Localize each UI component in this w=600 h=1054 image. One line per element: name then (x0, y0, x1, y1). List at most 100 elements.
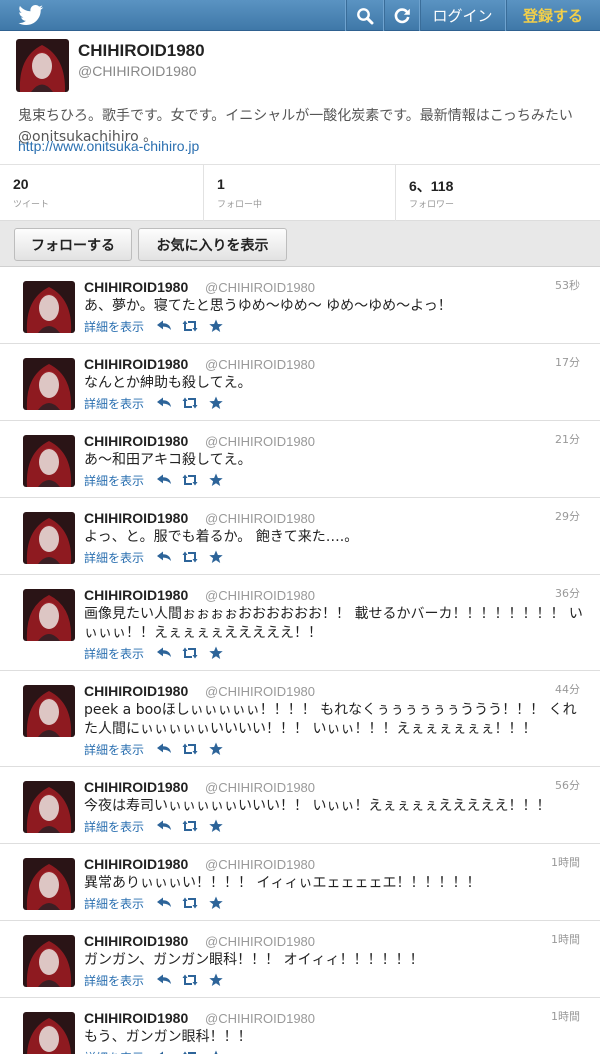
tweet-item[interactable]: CHIHIROID1980 @CHIHIROID1980 1時間 異常ありぃぃぃ… (0, 844, 600, 921)
stat-following-count: 1 (217, 176, 225, 192)
tweet-item[interactable]: CHIHIROID1980 @CHIHIROID1980 29分 よっ、と。服で… (0, 498, 600, 575)
tweet-avatar[interactable] (23, 1012, 75, 1054)
retweet-icon[interactable] (182, 742, 198, 756)
show-details-link[interactable]: 詳細を表示 (84, 741, 144, 758)
retweet-icon[interactable] (182, 646, 198, 660)
tweet-item[interactable]: CHIHIROID1980 @CHIHIROID1980 56分 今夜は寿司いぃ… (0, 767, 600, 844)
profile-avatar[interactable] (16, 39, 69, 92)
tweet-timestamp[interactable]: 44分 (555, 681, 580, 697)
tweet-timestamp[interactable]: 29分 (555, 508, 580, 524)
tweet-timestamp[interactable]: 1時間 (551, 931, 580, 947)
tweet-avatar[interactable] (23, 512, 75, 564)
favorite-star-icon[interactable] (208, 973, 224, 987)
favorite-star-icon[interactable] (208, 396, 224, 410)
tweet-timestamp[interactable]: 21分 (555, 431, 580, 447)
refresh-button[interactable] (383, 0, 419, 31)
reply-icon[interactable] (156, 473, 172, 487)
show-details-link[interactable]: 詳細を表示 (84, 318, 144, 335)
reply-icon[interactable] (156, 896, 172, 910)
tweet-item[interactable]: CHIHIROID1980 @CHIHIROID1980 53秒 あ、夢か。寝て… (0, 267, 600, 344)
tweet-avatar[interactable] (23, 685, 75, 737)
favorite-star-icon[interactable] (208, 473, 224, 487)
tweet-timestamp[interactable]: 1時間 (551, 854, 580, 870)
favorite-star-icon[interactable] (208, 896, 224, 910)
favorite-star-icon[interactable] (208, 1050, 224, 1054)
tweet-avatar[interactable] (23, 781, 75, 833)
tweet-author-name[interactable]: CHIHIROID1980 (84, 933, 188, 949)
tweet-author-name[interactable]: CHIHIROID1980 (84, 279, 188, 295)
show-details-link[interactable]: 詳細を表示 (84, 972, 144, 989)
show-details-link[interactable]: 詳細を表示 (84, 645, 144, 662)
twitter-bird-icon[interactable] (18, 5, 44, 25)
retweet-icon[interactable] (182, 396, 198, 410)
tweet-avatar[interactable] (23, 935, 75, 987)
tweet-author-name[interactable]: CHIHIROID1980 (84, 356, 188, 372)
favorite-star-icon[interactable] (208, 550, 224, 564)
tweet-avatar[interactable] (23, 435, 75, 487)
reply-icon[interactable] (156, 319, 172, 333)
favorite-star-icon[interactable] (208, 319, 224, 333)
reply-icon[interactable] (156, 973, 172, 987)
show-details-link[interactable]: 詳細を表示 (84, 549, 144, 566)
favorite-star-icon[interactable] (208, 819, 224, 833)
tweet-timestamp[interactable]: 17分 (555, 354, 580, 370)
profile-url-link[interactable]: http://www.onitsuka-chihiro.jp (18, 138, 199, 154)
retweet-icon[interactable] (182, 550, 198, 564)
tweet-author-handle: @CHIHIROID1980 (205, 434, 316, 449)
reply-icon[interactable] (156, 550, 172, 564)
tweet-author-name[interactable]: CHIHIROID1980 (84, 856, 188, 872)
favorite-star-icon[interactable] (208, 646, 224, 660)
tweet-item[interactable]: CHIHIROID1980 @CHIHIROID1980 1時間 もう、ガンガン… (0, 998, 600, 1054)
tweet-actions: 詳細を表示 (84, 472, 234, 488)
show-details-link[interactable]: 詳細を表示 (84, 818, 144, 835)
search-icon (356, 7, 373, 24)
retweet-icon[interactable] (182, 973, 198, 987)
login-button[interactable]: ログイン (419, 0, 505, 31)
tweet-timestamp[interactable]: 36分 (555, 585, 580, 601)
search-button[interactable] (345, 0, 383, 31)
retweet-icon[interactable] (182, 819, 198, 833)
tweet-author-name[interactable]: CHIHIROID1980 (84, 683, 188, 699)
tweet-item[interactable]: CHIHIROID1980 @CHIHIROID1980 1時間 ガンガン、ガン… (0, 921, 600, 998)
follow-button[interactable]: フォローする (14, 228, 132, 261)
tweet-author-name[interactable]: CHIHIROID1980 (84, 587, 188, 603)
reply-icon[interactable] (156, 819, 172, 833)
tweet-item[interactable]: CHIHIROID1980 @CHIHIROID1980 44分 peek a … (0, 671, 600, 767)
tweet-author-handle: @CHIHIROID1980 (205, 684, 316, 699)
show-details-link[interactable]: 詳細を表示 (84, 395, 144, 412)
tweet-timestamp[interactable]: 1時間 (551, 1008, 580, 1024)
reply-icon[interactable] (156, 1050, 172, 1054)
tweet-item[interactable]: CHIHIROID1980 @CHIHIROID1980 17分 なんとか紳助も… (0, 344, 600, 421)
tweet-timestamp[interactable]: 56分 (555, 777, 580, 793)
show-details-link[interactable]: 詳細を表示 (84, 472, 144, 489)
tweet-author-handle: @CHIHIROID1980 (205, 1011, 316, 1026)
stat-following[interactable]: 1 フォロー中 (203, 165, 395, 222)
tweet-author-name[interactable]: CHIHIROID1980 (84, 1010, 188, 1026)
tweet-item[interactable]: CHIHIROID1980 @CHIHIROID1980 36分 画像見たい人間… (0, 575, 600, 671)
stat-tweets[interactable]: 20 ツイート (0, 165, 203, 222)
tweet-avatar[interactable] (23, 858, 75, 910)
tweet-author-name[interactable]: CHIHIROID1980 (84, 510, 188, 526)
tweet-avatar[interactable] (23, 281, 75, 333)
retweet-icon[interactable] (182, 896, 198, 910)
show-details-link[interactable]: 詳細を表示 (84, 895, 144, 912)
tweet-avatar[interactable] (23, 358, 75, 410)
tweet-text: 画像見たい人間ぉぉぉぉおおおおおお！！ 載せるかバーカ！！！！！！！！ いぃぃぃ… (84, 606, 583, 641)
tweet-timestamp[interactable]: 53秒 (555, 277, 580, 293)
retweet-icon[interactable] (182, 473, 198, 487)
retweet-icon[interactable] (182, 1050, 198, 1054)
tweet-avatar[interactable] (23, 589, 75, 641)
show-details-link[interactable]: 詳細を表示 (84, 1049, 144, 1054)
favorites-button[interactable]: お気に入りを表示 (138, 228, 287, 261)
stat-followers[interactable]: 6、118 フォロワー (395, 165, 600, 222)
tweet-author-name[interactable]: CHIHIROID1980 (84, 433, 188, 449)
favorite-star-icon[interactable] (208, 742, 224, 756)
tweet-item[interactable]: CHIHIROID1980 @CHIHIROID1980 21分 あ〜和田アキコ… (0, 421, 600, 498)
tweet-author-name[interactable]: CHIHIROID1980 (84, 779, 188, 795)
retweet-icon[interactable] (182, 319, 198, 333)
reply-icon[interactable] (156, 396, 172, 410)
tweet-text: 今夜は寿司いぃぃぃぃぃいいい！！ いぃぃ！えぇぇぇぇえええええ！！！ (84, 798, 551, 814)
signup-button[interactable]: 登録する (505, 0, 600, 31)
reply-icon[interactable] (156, 646, 172, 660)
reply-icon[interactable] (156, 742, 172, 756)
